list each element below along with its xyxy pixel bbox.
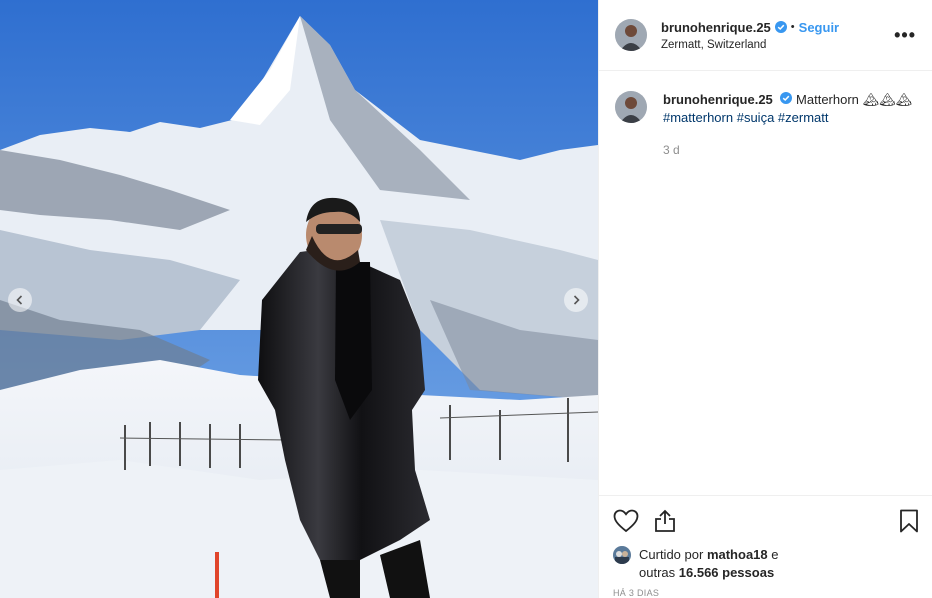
- chevron-right-icon: [573, 295, 580, 305]
- more-options-button[interactable]: •••: [894, 25, 916, 46]
- like-button[interactable]: [613, 509, 639, 533]
- verified-badge-icon: [780, 92, 793, 104]
- post-timestamp: HÁ 3 DIAS: [613, 588, 660, 598]
- bookmark-icon: [900, 509, 918, 533]
- location-link[interactable]: Zermatt, Switzerland: [661, 39, 894, 51]
- post-side-panel: brunohenrique.25 • Seguir Zermatt, Switz…: [598, 0, 932, 598]
- save-button[interactable]: [899, 509, 919, 533]
- avatar[interactable]: [615, 19, 647, 51]
- separator-dot: •: [790, 21, 795, 33]
- caption-text: Matterhorn 🏔🏔🏔: [796, 92, 913, 107]
- hashtag-matterhorn[interactable]: #matterhorn: [663, 110, 733, 125]
- instagram-post: brunohenrique.25 • Seguir Zermatt, Switz…: [0, 0, 932, 598]
- photo-image: [0, 0, 598, 598]
- heart-icon: [613, 509, 639, 533]
- caption: brunohenrique.25 Matterhorn 🏔🏔🏔 #matterh…: [599, 71, 932, 159]
- avatar-image: [615, 91, 647, 123]
- chevron-left-icon: [16, 295, 23, 305]
- others-prefix: outras: [639, 565, 676, 580]
- caption-username-link[interactable]: brunohenrique.25: [663, 92, 773, 107]
- liker-username-link[interactable]: mathoa18: [707, 547, 768, 562]
- liked-by-prefix: Curtido por: [639, 547, 704, 562]
- liker-avatar[interactable]: [613, 546, 631, 564]
- previous-photo-button[interactable]: [8, 288, 32, 312]
- username-link[interactable]: brunohenrique.25: [661, 20, 771, 35]
- follow-button[interactable]: Seguir: [799, 20, 839, 35]
- caption-time: 3 d: [663, 143, 680, 157]
- post-header: brunohenrique.25 • Seguir Zermatt, Switz…: [599, 0, 932, 71]
- next-photo-button[interactable]: [564, 288, 588, 312]
- hashtag-zermatt[interactable]: #zermatt: [778, 110, 829, 125]
- liked-by-conj: e: [771, 547, 779, 562]
- post-photo[interactable]: [0, 0, 598, 598]
- share-icon: [655, 509, 675, 532]
- caption-avatar[interactable]: [615, 91, 647, 123]
- avatar-image: [615, 19, 647, 51]
- likes-count-link[interactable]: 16.566 pessoas: [679, 565, 774, 580]
- post-actions: Curtido por mathoa18 e outras 16.566 pes…: [599, 495, 932, 598]
- liked-by: Curtido por mathoa18 e outras 16.566 pes…: [613, 546, 919, 582]
- avatar-image: [613, 546, 631, 564]
- verified-badge-icon: [774, 21, 787, 33]
- share-button[interactable]: [653, 509, 677, 533]
- hashtag-suica[interactable]: #suiça: [737, 110, 775, 125]
